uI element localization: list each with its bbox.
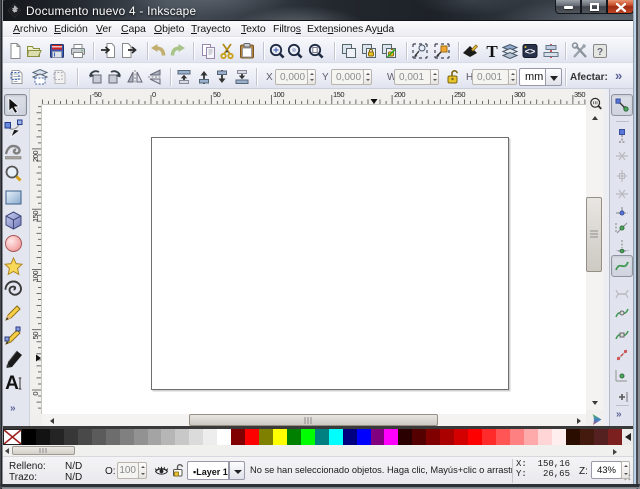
svg-text:<>: <> [525,47,536,57]
svg-text:A: A [5,373,19,393]
svg-text:T: T [486,42,498,60]
svg-text:?: ? [597,47,603,58]
